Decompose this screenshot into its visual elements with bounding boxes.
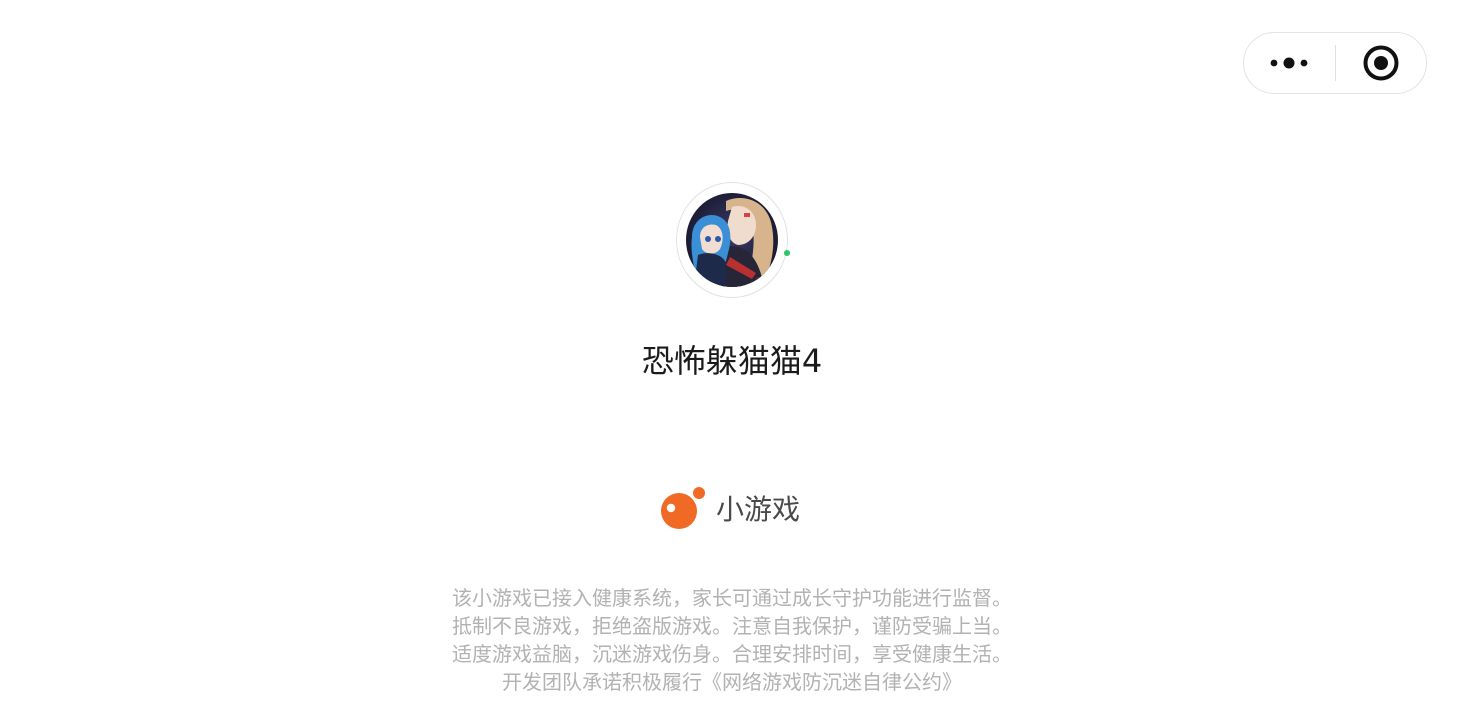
- notice-line: 开发团队承诺积极履行《网络游戏防沉迷自律公约》: [502, 670, 962, 694]
- notice-line: 该小游戏已接入健康系统，家长可通过成长守护功能进行监督。: [452, 586, 1012, 610]
- game-avatar-frame: [676, 182, 788, 298]
- close-button[interactable]: [1336, 33, 1427, 93]
- notice-line: 抵制不良游戏，拒绝盗版游戏。注意自我保护，谨防受骗上当。: [452, 614, 1012, 638]
- online-status-dot: [784, 250, 790, 256]
- more-button[interactable]: [1244, 33, 1335, 93]
- target-close-icon: [1363, 45, 1399, 81]
- launch-screen: 恐怖躲猫猫4 小游戏 该小游戏已接入健康系统，家长可通过成长守护功能进行监督。 …: [0, 0, 1464, 720]
- health-notice: 该小游戏已接入健康系统，家长可通过成长守护功能进行监督。 抵制不良游戏，拒绝盗版…: [0, 584, 1464, 696]
- capsule-menu: [1243, 32, 1427, 94]
- mini-game-brand: 小游戏: [660, 484, 800, 532]
- mini-game-label: 小游戏: [716, 493, 801, 526]
- game-title: 恐怖躲猫猫4: [641, 342, 823, 380]
- game-avatar: [686, 193, 778, 287]
- more-dots-icon: [1270, 57, 1308, 69]
- mini-game-logo-icon: [661, 487, 705, 529]
- notice-line: 适度游戏益脑，沉迷游戏伤身。合理安排时间，享受健康生活。: [452, 642, 1012, 666]
